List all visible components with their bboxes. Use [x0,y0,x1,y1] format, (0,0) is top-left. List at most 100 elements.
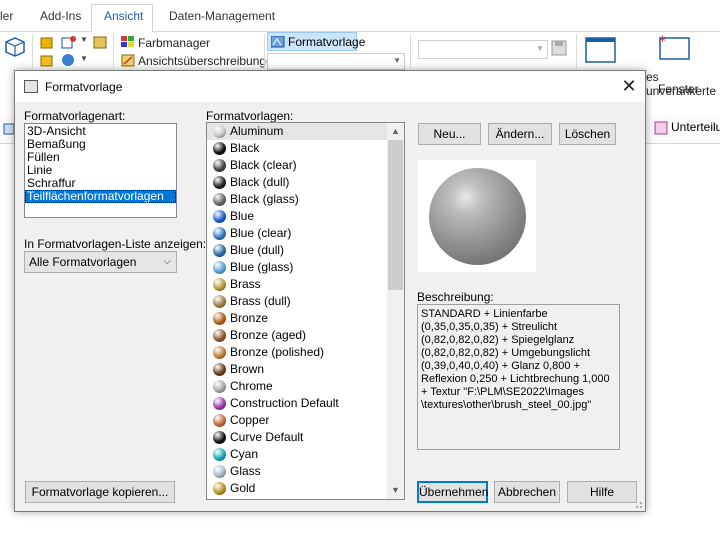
list-item-label: Black [230,141,260,155]
ribbon-separator [410,34,411,68]
scroll-thumb[interactable] [388,140,403,290]
dropdown-arrow-icon[interactable]: ▼ [80,35,88,44]
material-ball-icon [213,346,226,359]
list-item-selected[interactable]: Teilflächenformatvorlagen [25,190,176,203]
list-item[interactable]: Curve Default [207,429,404,446]
style-combo[interactable]: ▼ [267,53,405,70]
description-text: STANDARD + Linienfarbe (0,35,0,35,0,35) … [417,304,620,450]
cancel-label: Abbrechen [497,485,557,499]
edit-button[interactable]: Ändern... [488,123,552,145]
formatvorlage-button[interactable]: Formatvorlage [267,32,365,51]
subdivision-button[interactable]: Unterteilun [652,118,720,138]
shaded-cube-icon[interactable] [40,53,54,67]
tab-ansicht[interactable]: Ansicht [104,9,143,23]
dialog-titlebar[interactable]: Formatvorlage ✕ [15,71,645,102]
list-item-label: Construction Default [230,396,339,410]
cube-view-icon[interactable] [4,36,26,58]
close-button[interactable]: ✕ [613,71,645,102]
list-item[interactable]: Black [207,140,404,157]
list-item[interactable]: Bronze (polished) [207,344,404,361]
help-button[interactable]: Hilfe [567,481,637,503]
material-ball-icon [213,125,226,138]
material-ball-icon [213,397,226,410]
chevron-down-icon[interactable]: ▼ [536,44,544,53]
list-item-label: Blue (clear) [230,226,292,240]
list-item[interactable]: Blue (dull) [207,242,404,259]
list-item[interactable]: Brass [207,276,404,293]
material-ball-icon [213,363,226,376]
style-icon [271,36,285,48]
styles-listbox[interactable]: Aluminum Black Black (clear) Black (dull) Bl… [206,122,405,500]
tab-partial[interactable]: ler [0,9,13,23]
list-item-label: Chrome [230,379,273,393]
new-button[interactable]: Neu... [418,123,481,145]
list-item[interactable]: Glass [207,463,404,480]
description-label: Beschreibung: [417,290,494,304]
scroll-up-icon[interactable]: ▲ [387,123,404,140]
yellow-cube-icon[interactable] [40,35,54,49]
colormanager-button[interactable]: Farbmanager [138,36,210,50]
ribbon-tab-bar: ler Add-Ins Ansicht Daten-Management [0,0,720,33]
list-item[interactable]: Blue [207,208,404,225]
view-combo[interactable]: ▼ [418,40,548,59]
list-item[interactable]: Black (clear) [207,157,404,174]
list-item-label: Black (clear) [230,158,297,172]
material-ball-icon [213,210,226,223]
list-item-label: Gold [230,481,256,495]
ribbon-body: ▼ ▼ Farbmanager Ansichtsüberschreibungen… [0,32,720,72]
window-icon[interactable] [585,36,617,64]
formatvorlage-label: Formatvorlage [288,35,366,49]
list-item[interactable]: Cyan [207,446,404,463]
box-icon[interactable] [92,35,108,49]
display-mode-icon[interactable] [61,35,77,49]
list-item[interactable]: Blue (glass) [207,259,404,276]
list-item[interactable]: Chrome [207,378,404,395]
ribbon-separator [113,34,114,68]
list-item[interactable]: Brown [207,361,404,378]
window-label[interactable]: Fenster [658,82,699,96]
list-item[interactable]: Copper [207,412,404,429]
material-ball-icon [213,227,226,240]
show-filter-select[interactable]: Alle Formatvorlagen ⌵ [24,251,177,273]
type-label: Formatvorlagenart: [24,109,126,123]
material-ball-icon [213,142,226,155]
list-item[interactable]: Gold [207,480,404,497]
material-ball-icon [213,414,226,427]
svg-text:*: * [659,34,666,50]
scroll-down-icon[interactable]: ▼ [387,482,404,499]
material-ball-icon [213,261,226,274]
globe-icon[interactable] [61,53,77,67]
dropdown-arrow-icon[interactable]: ▼ [80,54,88,63]
save-view-icon[interactable] [551,40,567,56]
scrollbar[interactable]: ▲ ▼ [387,123,404,499]
subdivision-label: Unterteilun [671,120,720,134]
material-ball-icon [213,295,226,308]
resize-grip-icon[interactable] [633,499,643,509]
chevron-down-icon[interactable]: ▼ [393,56,401,65]
list-item[interactable]: Construction Default [207,395,404,412]
list-item-label: Blue (glass) [230,260,294,274]
list-item[interactable]: Brass (dull) [207,293,404,310]
tab-add-ins[interactable]: Add-Ins [40,9,81,23]
material-ball-icon [213,278,226,291]
list-item[interactable]: Bronze (aged) [207,327,404,344]
list-item-selected[interactable]: Aluminum [207,123,404,140]
list-item[interactable]: Black (glass) [207,191,404,208]
unanchored-window-icon[interactable]: * [658,34,692,62]
close-icon[interactable]: ✕ [621,76,636,96]
list-item[interactable]: Bronze [207,310,404,327]
tab-daten-management[interactable]: Daten-Management [169,9,275,23]
preview-sphere [429,168,526,265]
list-item-label: Blue (dull) [230,243,285,257]
apply-button[interactable]: Übernehmen [417,481,488,503]
type-listbox[interactable]: 3D-Ansicht Bemaßung Füllen Linie Schraff… [24,123,177,218]
cancel-button[interactable]: Abbrechen [494,481,560,503]
view-overrides-button[interactable]: Ansichtsüberschreibungen [138,54,279,68]
list-item[interactable]: Blue (clear) [207,225,404,242]
list-item-label: Glass [230,464,261,478]
chevron-down-icon[interactable]: ⌵ [163,252,171,272]
list-item-label: Copper [230,413,270,427]
list-item[interactable]: Black (dull) [207,174,404,191]
delete-button[interactable]: Löschen [559,123,616,145]
copy-style-button[interactable]: Formatvorlage kopieren... [25,481,175,503]
